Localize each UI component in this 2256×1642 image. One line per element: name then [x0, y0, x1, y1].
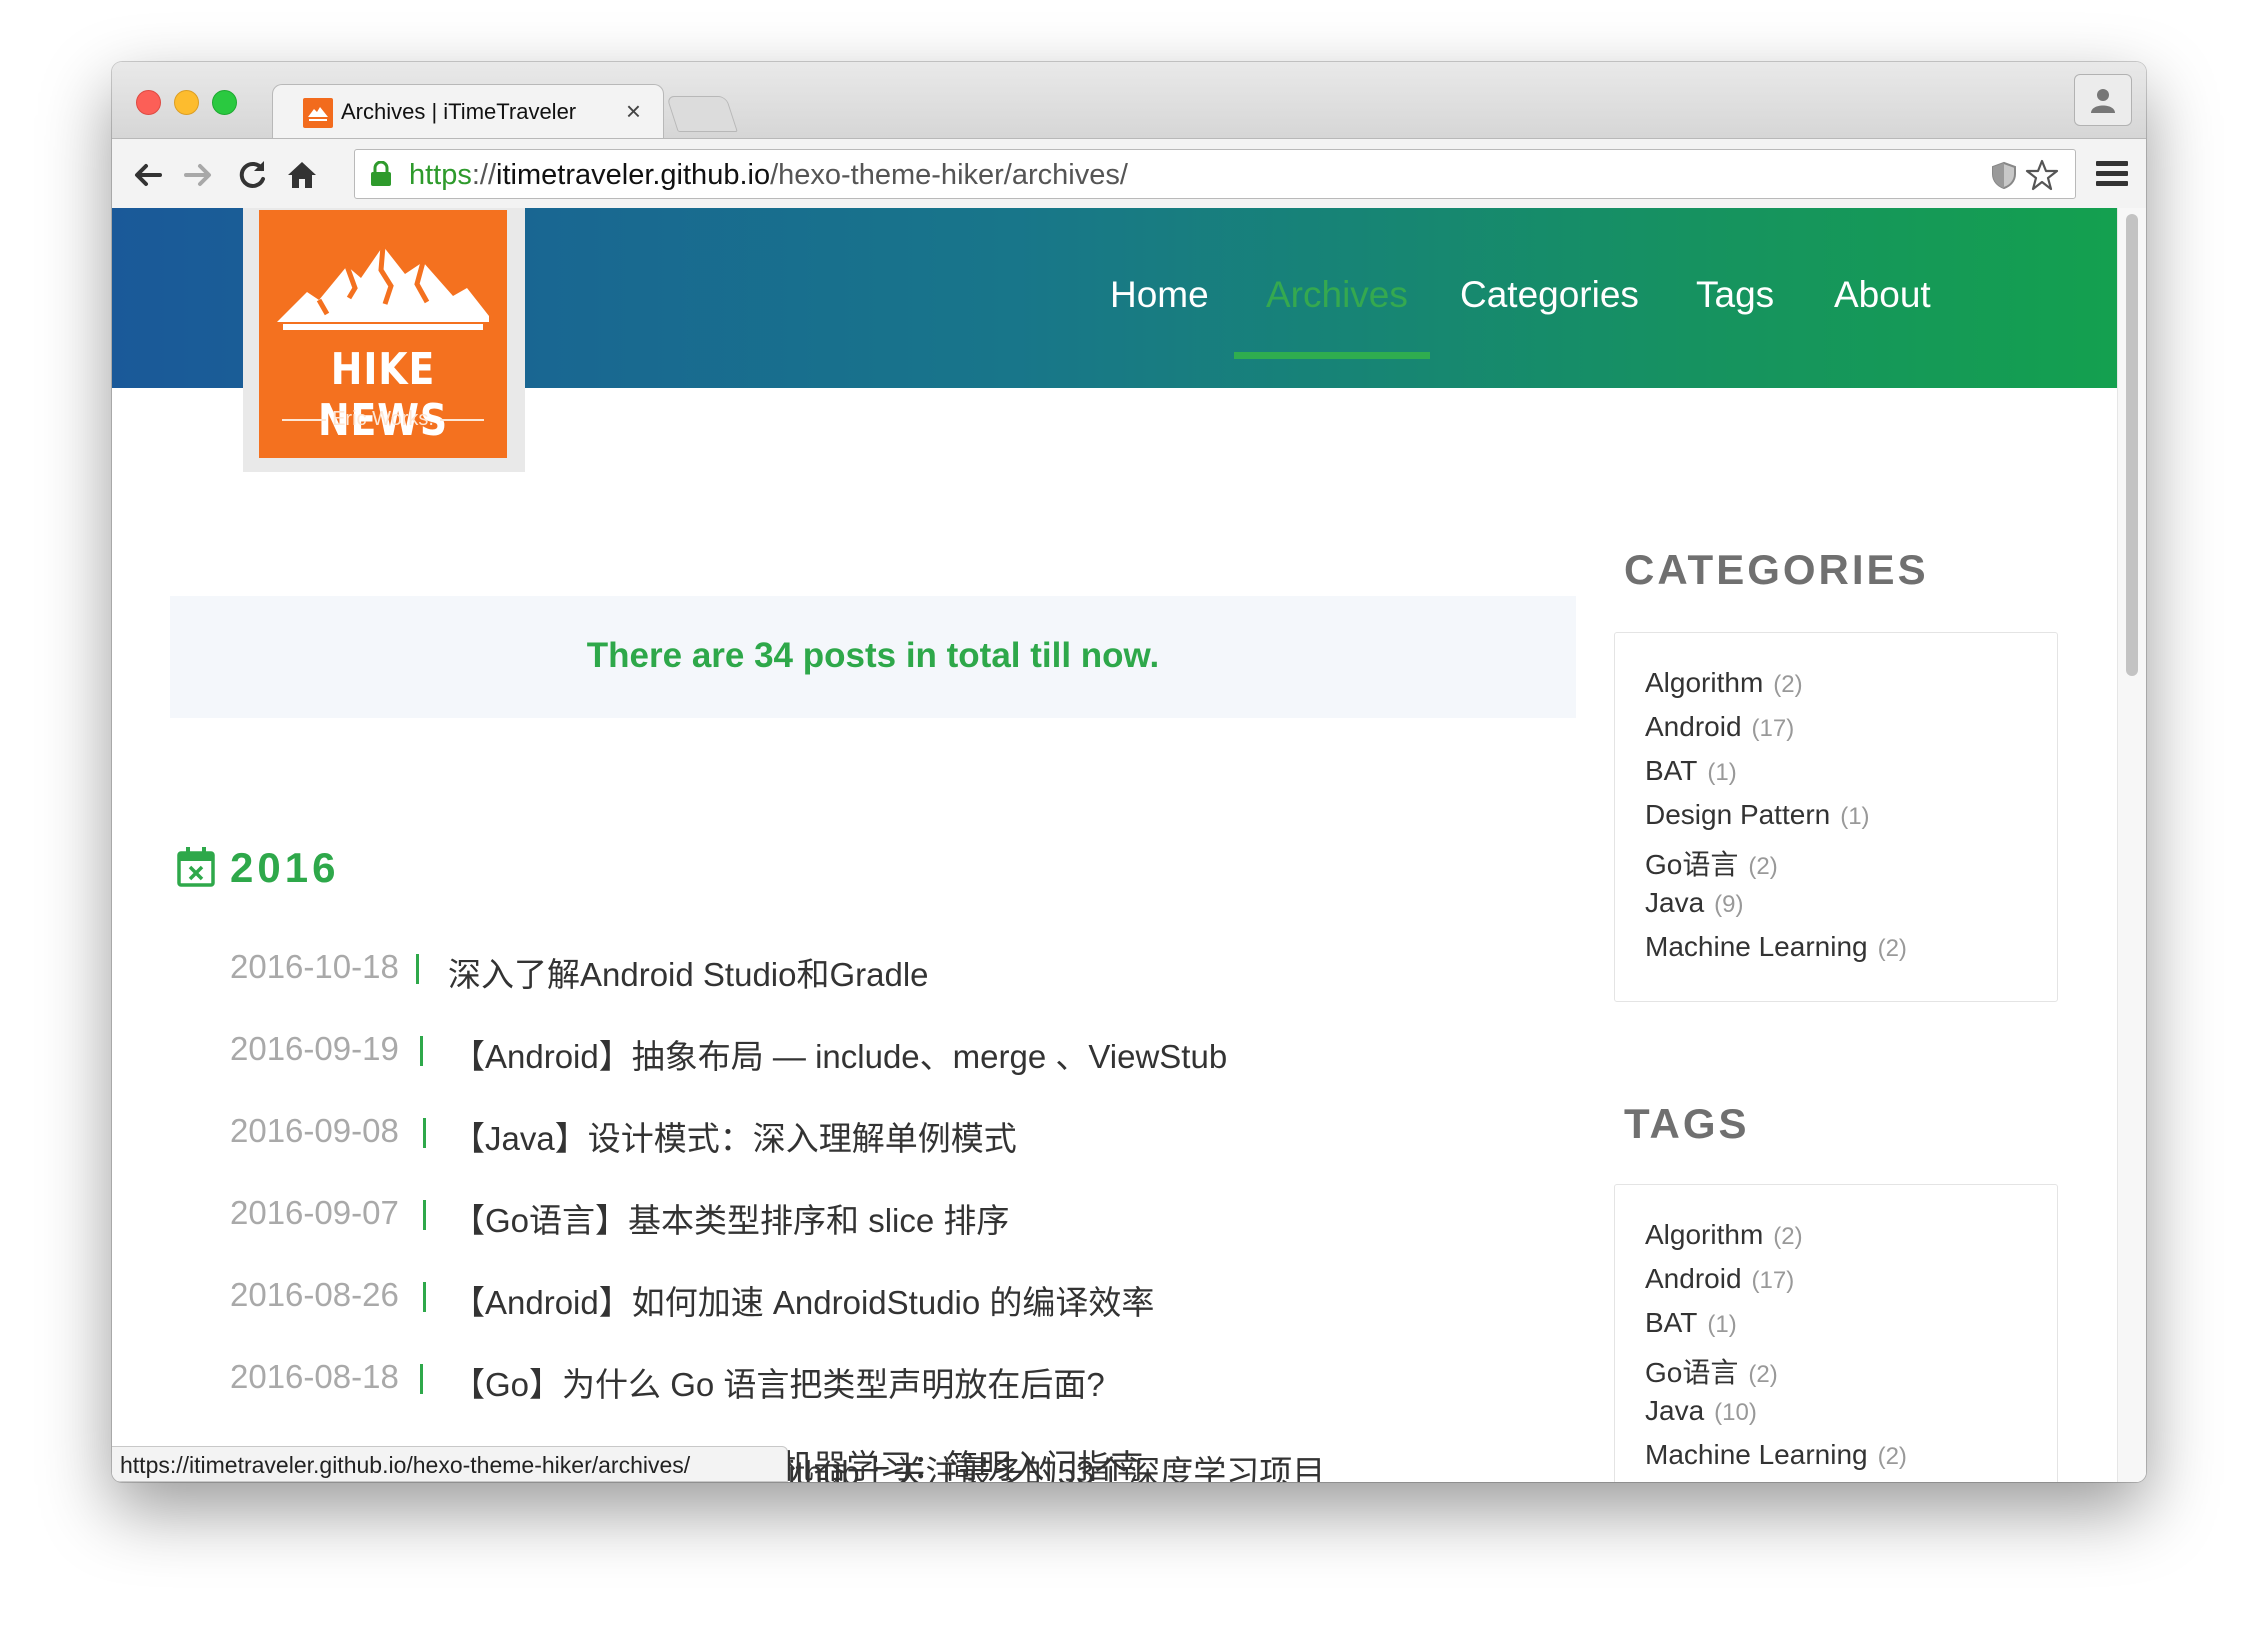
nav-about[interactable]: About [1834, 274, 1931, 316]
post-separator [420, 1364, 423, 1394]
archive-total-text: There are 34 posts in total till now. [586, 636, 1160, 675]
lock-icon [371, 161, 391, 186]
minimize-window-button[interactable] [174, 90, 199, 115]
category-item[interactable]: Android (17) [1645, 711, 1794, 743]
partial-post-title[interactable]: ithub上关注最多的53个深度学习项目 [788, 1446, 1325, 1482]
profile-icon [2091, 89, 2115, 113]
post-title-link[interactable]: 【Go语言】基本类型排序和 slice 排序 [452, 1194, 1009, 1242]
post-date: 2016-09-19 [230, 1030, 399, 1067]
tab-close-icon[interactable]: × [626, 96, 641, 127]
post-title-link[interactable]: 【Android】抽象布局 — include、merge 、ViewStub [452, 1030, 1227, 1078]
new-tab-button[interactable] [666, 96, 738, 132]
forward-arrow-icon[interactable] [180, 157, 216, 193]
tag-item[interactable]: Java (10) [1645, 1395, 1757, 1427]
url-text[interactable]: https://itimetraveler.github.io/hexo-the… [409, 159, 1128, 192]
menu-icon[interactable] [2096, 159, 2128, 189]
post-title-link[interactable]: 【Android】如何加速 AndroidStudio 的编译效率 [452, 1276, 1154, 1324]
tag-item[interactable]: Machine Learning (2) [1645, 1439, 1907, 1471]
post-date: 2016-09-07 [230, 1194, 399, 1231]
category-item[interactable]: Design Pattern (1) [1645, 799, 1870, 831]
back-arrow-icon[interactable] [130, 157, 166, 193]
maximize-window-button[interactable] [212, 90, 237, 115]
status-bar-url: https://itimetraveler.github.io/hexo-the… [112, 1446, 788, 1482]
post-date: 2016-10-18 [230, 948, 399, 985]
post-date: 2016-09-08 [230, 1112, 399, 1149]
post-title-link[interactable]: 深入了解Android Studio和Gradle [448, 948, 929, 996]
logo-subtitle: Eric Works. [259, 408, 507, 431]
browser-tab-archives[interactable]: Archives | iTimeTraveler × [272, 84, 664, 139]
post-separator [423, 1118, 426, 1148]
post-date: 2016-08-26 [230, 1276, 399, 1313]
category-item[interactable]: BAT (1) [1645, 755, 1737, 787]
browser-window: Archives | iTimeTraveler × https://itime… [112, 62, 2146, 1482]
archive-summary-box: There are 34 posts in total till now. [170, 596, 1576, 718]
reload-icon[interactable] [234, 157, 270, 193]
nav-active-indicator [1234, 352, 1430, 359]
post-separator [423, 1282, 426, 1312]
browser-toolbar: https://itimetraveler.github.io/hexo-the… [112, 138, 2146, 210]
close-window-button[interactable] [136, 90, 161, 115]
scrollbar-thumb[interactable] [2126, 214, 2138, 676]
address-bar[interactable]: https://itimetraveler.github.io/hexo-the… [354, 149, 2076, 199]
nav-home[interactable]: Home [1110, 274, 1209, 316]
favicon-icon [303, 98, 333, 128]
tag-item[interactable]: Android (17) [1645, 1263, 1794, 1295]
site-logo[interactable]: HIKE NEWS Eric Works. [243, 208, 525, 472]
post-title-link[interactable]: 【Java】设计模式：深入理解单例模式 [452, 1112, 1017, 1160]
home-icon[interactable] [284, 157, 320, 193]
post-separator [423, 1200, 426, 1230]
tab-strip: Archives | iTimeTraveler × [112, 62, 2146, 139]
tag-item[interactable]: Algorithm (2) [1645, 1219, 1803, 1251]
logo-badge: HIKE NEWS Eric Works. [259, 210, 507, 458]
post-date: 2016-08-18 [230, 1358, 399, 1395]
year-label: 2016 [230, 844, 340, 891]
post-separator [420, 1036, 423, 1066]
post-title-link[interactable]: 【Go】为什么 Go 语言把类型声明放在后面? [452, 1358, 1105, 1406]
categories-card: Algorithm (2) Android (17) BAT (1) Design P… [1614, 632, 2058, 1002]
nav-tags[interactable]: Tags [1696, 274, 1774, 316]
tags-heading: TAGS [1624, 1100, 1750, 1147]
calendar-icon [177, 847, 215, 887]
tag-item[interactable]: BAT (1) [1645, 1307, 1737, 1339]
page-scrollbar[interactable] [2117, 208, 2146, 1482]
categories-heading: CATEGORIES [1624, 546, 1929, 593]
tab-title: Archives | iTimeTraveler [341, 99, 577, 124]
nav-archives[interactable]: Archives [1266, 274, 1408, 316]
tags-card: Algorithm (2) Android (17) BAT (1) Go语言 (2) … [1614, 1184, 2058, 1482]
category-item[interactable]: Java (9) [1645, 887, 1744, 919]
shield-icon[interactable] [1991, 161, 2017, 189]
page-viewport: Home Archives Categories Tags About HIKE… [112, 208, 2146, 1482]
mountain-icon [277, 245, 489, 330]
star-icon[interactable] [2025, 158, 2059, 192]
profile-button[interactable] [2074, 74, 2132, 126]
category-item[interactable]: Algorithm (2) [1645, 667, 1803, 699]
category-item[interactable]: Go语言 (2) [1645, 843, 1778, 883]
post-separator [416, 954, 419, 984]
category-item[interactable]: Machine Learning (2) [1645, 931, 1907, 963]
tag-item[interactable]: Go语言 (2) [1645, 1351, 1778, 1391]
nav-categories[interactable]: Categories [1460, 274, 1639, 316]
